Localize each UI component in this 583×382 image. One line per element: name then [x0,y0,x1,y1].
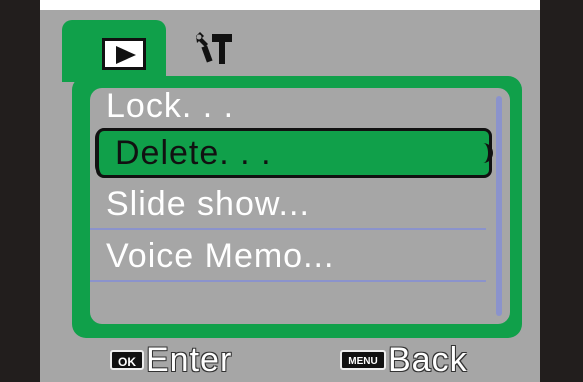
menu-button-icon: MENU [340,350,386,370]
tab-setup[interactable] [190,30,240,70]
left-bezel [0,0,40,382]
menu-item-label: Voice Memo... [106,237,335,275]
selection-bracket-left [95,128,109,176]
menu-item-delete[interactable]: Delete. . . [96,128,492,178]
tab-playback[interactable] [62,20,166,82]
scrollbar-thumb[interactable] [496,96,502,316]
menu-list: Lock. . . Delete. . . Slide show... Voic… [90,88,510,324]
scrollbar[interactable] [496,96,502,316]
menu-item-lock[interactable]: Lock. . . [90,88,486,132]
right-bezel [540,0,583,382]
play-icon [102,38,146,70]
menu-item-label: Delete. . . [115,134,272,172]
menu-item-voice-memo[interactable]: Voice Memo... [90,230,486,282]
back-label: Back [388,341,468,379]
enter-label: Enter [146,341,233,379]
ok-button-icon: OK [110,350,144,370]
tools-icon [196,32,232,64]
menu-item-label: Slide show... [106,185,310,223]
menu-item-label: Lock. . . [106,88,235,125]
menu-item-slide-show[interactable]: Slide show... [90,178,486,230]
footer-bar: OK Enter MENU Back [40,338,540,382]
